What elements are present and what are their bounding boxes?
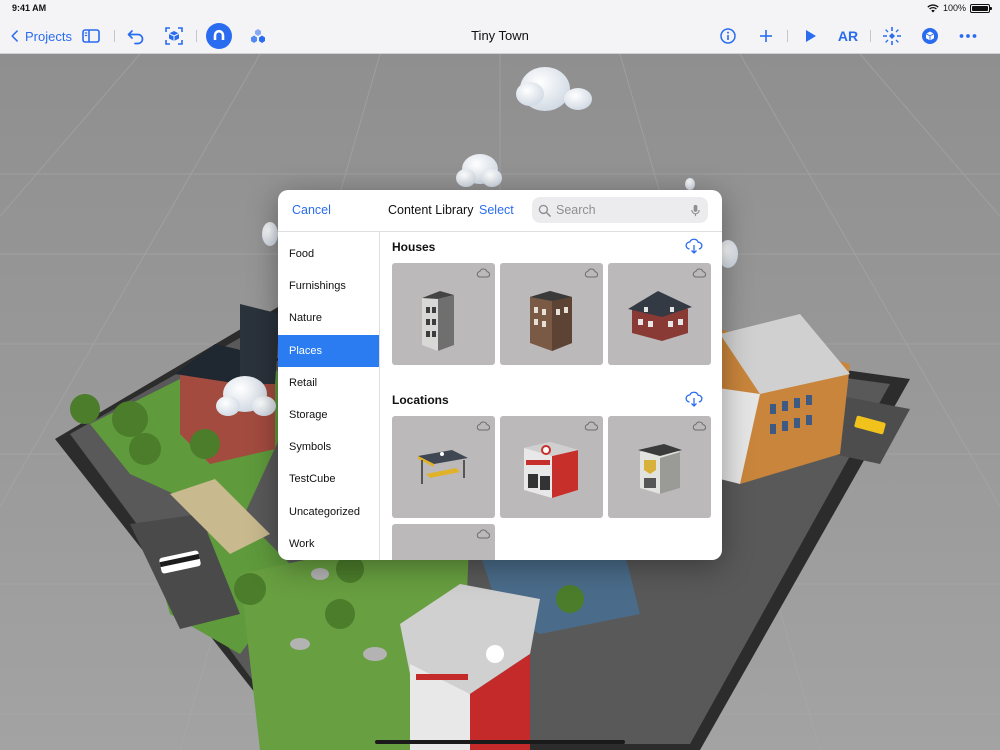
asset-tile[interactable] [392, 263, 495, 365]
info-icon [720, 28, 736, 44]
plus-icon [760, 30, 772, 42]
search-icon [538, 204, 551, 217]
snap-icon [883, 27, 901, 45]
cloud-icon [476, 421, 490, 431]
category-list: Food Furnishings Nature Places Retail St… [278, 232, 380, 560]
more-icon [959, 34, 977, 38]
toolbar-divider [787, 30, 788, 42]
cloud-icon [476, 268, 490, 278]
object-settings-button[interactable] [920, 24, 940, 48]
play-button[interactable] [800, 24, 820, 48]
info-button[interactable] [718, 24, 738, 48]
cloud-download-icon[interactable] [685, 390, 703, 408]
search-field[interactable] [532, 197, 708, 223]
asset-tile[interactable] [608, 416, 711, 518]
category-item-symbols[interactable]: Symbols [278, 431, 379, 463]
category-item-places[interactable]: Places [278, 334, 379, 367]
asset-grid: Houses Locations [381, 232, 722, 560]
ar-label: AR [837, 28, 859, 44]
cloud-icon [584, 268, 598, 278]
category-item-furnishings[interactable]: Furnishings [278, 270, 379, 302]
section-title-locations: Locations [392, 393, 449, 407]
category-item-testcube[interactable]: TestCube [278, 463, 379, 495]
category-item-retail[interactable]: Retail [278, 367, 379, 399]
wifi-icon [927, 3, 939, 12]
home-indicator[interactable] [375, 740, 625, 744]
cloud-download-icon[interactable] [685, 237, 703, 255]
play-icon [806, 30, 816, 42]
status-time: 9:41 AM [12, 3, 47, 13]
select-button[interactable]: Select [479, 203, 514, 217]
asset-tile[interactable] [392, 416, 495, 518]
add-button[interactable] [756, 24, 776, 48]
category-item-food[interactable]: Food [278, 238, 379, 270]
search-input[interactable] [556, 203, 681, 217]
cloud-icon [476, 529, 490, 539]
battery-icon [970, 3, 992, 13]
microphone-icon[interactable] [689, 204, 702, 217]
cloud-icon [584, 421, 598, 431]
popover-header: Cancel Content Library Select [278, 190, 722, 232]
status-indicators: 100% [927, 3, 992, 13]
content-library-popover: Cancel Content Library Select Food Furni… [278, 190, 722, 560]
battery-percent: 100% [942, 3, 966, 13]
asset-tile[interactable] [608, 263, 711, 365]
cloud-icon [692, 421, 706, 431]
category-item-uncategorized[interactable]: Uncategorized [278, 496, 379, 528]
section-title-houses: Houses [392, 240, 436, 254]
category-item-nature[interactable]: Nature [278, 302, 379, 334]
ar-button[interactable]: AR [836, 24, 860, 48]
asset-tile[interactable] [392, 524, 495, 560]
asset-tile[interactable] [500, 263, 603, 365]
category-item-storage[interactable]: Storage [278, 399, 379, 431]
category-item-work[interactable]: Work [278, 528, 379, 560]
toolbar-divider [870, 30, 871, 42]
cancel-button[interactable]: Cancel [292, 203, 331, 217]
popover-title: Content Library [388, 203, 474, 217]
anchor-snap-button[interactable] [882, 24, 902, 48]
top-toolbar: 9:41 AM 100% Projects Tiny Town AR [0, 0, 1000, 54]
asset-tile[interactable] [500, 416, 603, 518]
cloud-icon [692, 268, 706, 278]
settings-cube-icon [922, 28, 938, 44]
more-button[interactable] [958, 24, 978, 48]
